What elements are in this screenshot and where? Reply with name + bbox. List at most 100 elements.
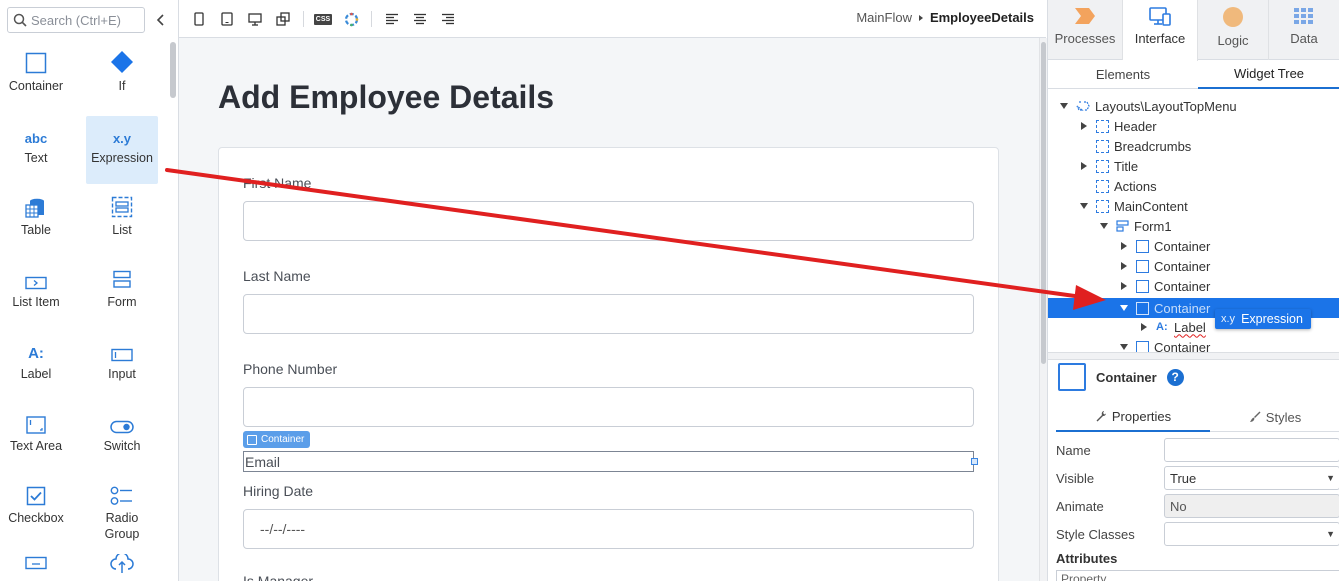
tree-item-container[interactable]: Container [1048, 236, 1339, 256]
selected-container-tag[interactable]: Container [243, 431, 311, 448]
label-icon: A: [28, 345, 44, 362]
breadcrumb-flow[interactable]: MainFlow [856, 10, 912, 25]
tool-switch[interactable]: Switch [86, 404, 158, 472]
email-label[interactable]: Email [245, 454, 280, 470]
tool-form[interactable]: Form [86, 260, 158, 328]
selected-widget-name: Container [1096, 369, 1157, 385]
tree-item-container[interactable]: Container [1048, 337, 1339, 352]
attributes-table[interactable]: Property [1056, 570, 1339, 581]
collapsed-arrow-icon [1118, 260, 1130, 272]
property-visible: Visible True ▼ [1056, 466, 1339, 490]
tool-table[interactable]: Table [0, 188, 72, 256]
tree-item-container[interactable]: Container [1048, 276, 1339, 296]
tree-item-form1[interactable]: Form1 [1048, 216, 1339, 236]
tab-interface[interactable]: Interface [1123, 0, 1198, 61]
resize-handle[interactable] [971, 458, 978, 465]
align-right-button[interactable] [438, 9, 458, 29]
screen-canvas[interactable]: Add Employee Details First Name Last Nam… [179, 38, 1039, 581]
first-name-input[interactable] [243, 201, 974, 241]
email-container[interactable]: Email [243, 451, 978, 472]
tree-item-title[interactable]: Title [1048, 156, 1339, 176]
form-icon [1116, 219, 1129, 233]
tree-item-layout[interactable]: Layouts\LayoutTopMenu [1048, 96, 1339, 116]
right-panel: Processes Interface Logic Data Elements … [1047, 0, 1339, 581]
canvas-toolbar: CSS MainFlow EmployeeDetails [179, 0, 1046, 38]
widget-toolbox: Container If abc Text x.y Expression Tab… [0, 0, 179, 581]
last-name-input[interactable] [243, 294, 974, 334]
tree-item-label-text: Label [1174, 319, 1206, 335]
tool-button[interactable] [0, 548, 72, 581]
phone-preview-button[interactable] [189, 9, 209, 29]
tool-upload[interactable] [86, 548, 158, 581]
tree-item-maincontent[interactable]: MainContent [1048, 196, 1339, 216]
switch-icon [110, 420, 134, 434]
tab-processes[interactable]: Processes [1048, 0, 1123, 60]
list-icon [111, 196, 133, 218]
collapse-toolbox-button[interactable] [153, 10, 169, 30]
toolbox-search-input[interactable] [31, 12, 141, 28]
tab-widget-tree[interactable]: Widget Tree [1198, 60, 1339, 89]
tablet-preview-button[interactable] [217, 9, 237, 29]
tree-item-label: Container [1154, 300, 1211, 316]
tool-if[interactable]: If [86, 44, 158, 112]
help-icon[interactable]: ? [1166, 368, 1184, 386]
tab-styles[interactable]: Styles [1210, 402, 1339, 432]
breadcrumb-screen[interactable]: EmployeeDetails [930, 10, 1034, 25]
drag-ghost-expression: x.y Expression [1215, 309, 1311, 329]
style-classes-select[interactable]: ▼ [1164, 522, 1339, 546]
collapsed-arrow-icon [1078, 160, 1090, 172]
tree-item-actions[interactable]: Actions [1048, 176, 1339, 196]
property-label: Animate [1056, 498, 1104, 514]
caret-down-icon: ▼ [1326, 473, 1335, 483]
tool-label-text: Label [20, 367, 52, 381]
visible-select[interactable]: True ▼ [1164, 466, 1339, 490]
last-name-label[interactable]: Last Name [243, 268, 311, 284]
tab-elements[interactable]: Elements [1048, 60, 1198, 89]
name-field[interactable] [1164, 438, 1339, 462]
hiring-date-label[interactable]: Hiring Date [243, 483, 313, 499]
tab-logic[interactable]: Logic [1198, 0, 1269, 60]
toolbox-search[interactable] [7, 7, 145, 33]
tree-item-breadcrumbs[interactable]: Breadcrumbs [1048, 136, 1339, 156]
canvas-scrollbar[interactable] [1041, 42, 1046, 364]
css-editor-button[interactable]: CSS [313, 9, 333, 29]
tool-input[interactable]: Input [86, 332, 158, 400]
tool-text[interactable]: abc Text [0, 116, 72, 184]
tool-list[interactable]: List [86, 188, 158, 256]
tool-container[interactable]: Container [0, 44, 72, 112]
tool-radio-group[interactable]: Radio Group [86, 476, 158, 544]
phone-number-label[interactable]: Phone Number [243, 361, 337, 377]
theme-editor-button[interactable] [341, 9, 361, 29]
interface-subtabs: Elements Widget Tree [1048, 60, 1339, 89]
toolbox-scrollbar[interactable] [170, 42, 176, 98]
tab-data[interactable]: Data [1269, 0, 1339, 60]
tree-item-container[interactable]: Container [1048, 256, 1339, 276]
tool-expression[interactable]: x.y Expression [86, 116, 158, 184]
phone-number-input[interactable] [243, 387, 974, 427]
form-icon [113, 270, 131, 288]
page-title[interactable]: Add Employee Details [218, 79, 554, 116]
tool-list-item[interactable]: List Item [0, 260, 72, 328]
panel-splitter[interactable] [1048, 352, 1339, 360]
align-left-button[interactable] [382, 9, 402, 29]
property-label: Visible [1056, 470, 1095, 486]
desktop-preview-button[interactable] [245, 9, 265, 29]
palette-icon [344, 12, 358, 26]
tree-item-label: Header [1114, 118, 1157, 134]
placeholder-icon [1096, 159, 1109, 173]
tool-text-area[interactable]: Text Area [0, 404, 72, 472]
hiring-date-input[interactable]: --/--/---- [243, 509, 974, 549]
rotate-preview-button[interactable] [273, 9, 293, 29]
tool-checkbox[interactable]: Checkbox [0, 476, 72, 544]
tool-label[interactable]: A: Label [0, 332, 72, 400]
property-name: Name [1056, 438, 1339, 462]
tab-properties[interactable]: Properties [1056, 402, 1210, 432]
first-name-label[interactable]: First Name [243, 175, 311, 191]
is-manager-label[interactable]: Is Manager [243, 573, 313, 581]
tree-item-header[interactable]: Header [1048, 116, 1339, 136]
wrench-icon [1096, 411, 1106, 422]
align-center-button[interactable] [410, 9, 430, 29]
tool-label: Checkbox [8, 511, 64, 525]
employee-form[interactable]: First Name Last Name Phone Number Contai… [218, 147, 999, 581]
logic-icon [1223, 7, 1243, 27]
